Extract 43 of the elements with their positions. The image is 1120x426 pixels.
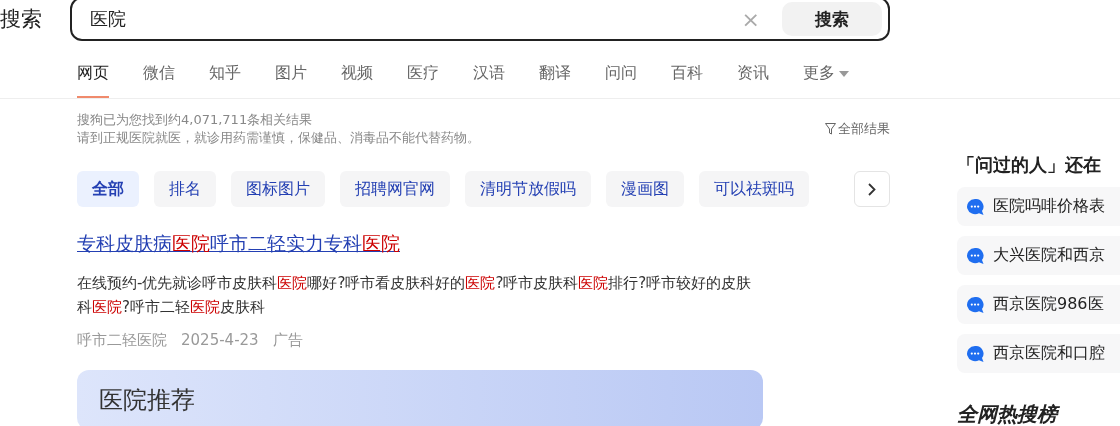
result-date: 2025-4-23 [181,331,259,350]
chat-bubble-icon [967,296,984,313]
tab[interactable]: 知乎 [209,63,241,98]
sidebar-heading: 「问过的人」还在 [957,153,1102,177]
chip[interactable]: 招聘网官网 [340,171,450,207]
tab[interactable]: 医疗 [407,63,439,98]
chip[interactable]: 图标图片 [231,171,325,207]
filter-icon [825,123,836,135]
hot-search-title: 全网热搜榜 [957,401,1120,426]
question-item[interactable]: 大兴医院和西京 [957,236,1120,275]
tab[interactable]: 视频 [341,63,373,98]
tab[interactable]: 更多 [803,63,849,98]
search-field[interactable]: 医院 × 搜索 [70,0,890,41]
tab[interactable]: 资讯 [737,63,769,98]
ad-label: 广告 [272,331,303,350]
tab[interactable]: 问问 [605,63,637,98]
chip[interactable]: 全部 [77,171,139,207]
chip[interactable]: 可以祛斑吗 [699,171,809,207]
result-description: 在线预约-优先就诊呼市皮肤科医院哪好?呼市看皮肤科好的医院?呼市皮肤科医院排行?呼市较好的皮肤科医院?呼市二轻医院皮肤科 [77,273,753,318]
tab[interactable]: 微信 [143,63,175,98]
question-item[interactable]: 医院吗啡价格表 [957,187,1120,226]
next-button[interactable] [854,171,890,207]
tab[interactable]: 百科 [671,63,703,98]
chip[interactable]: 清明节放假吗 [465,171,591,207]
site-title: 搜索 [0,6,43,33]
tab[interactable]: 翻译 [539,63,571,98]
result-count: 搜狗已为您找到约4,071,711条相关结果 [77,111,314,129]
filter-button[interactable]: 全部结果 [825,111,890,147]
search-button[interactable]: 搜索 [782,2,882,36]
chip[interactable]: 排名 [154,171,216,207]
question-item[interactable]: 西京医院986医 [957,285,1120,324]
question-item[interactable]: 西京医院和口腔 [957,334,1120,373]
tab[interactable]: 图片 [275,63,307,98]
caret-icon [839,70,849,77]
chat-bubble-icon [967,247,984,264]
card-title: 医院推荐 [99,386,195,414]
chip[interactable]: 漫画图 [606,171,684,207]
medical-notice: 请到正规医院就医，就诊用药需谨慎，保健品、消毒品不能代替药物。 [77,129,480,147]
result-source: 呼市二轻医院 [77,331,167,350]
tab[interactable]: 汉语 [473,63,505,98]
chat-bubble-icon [967,198,984,215]
chevron-right-icon [868,182,876,196]
chat-bubble-icon [967,345,984,362]
